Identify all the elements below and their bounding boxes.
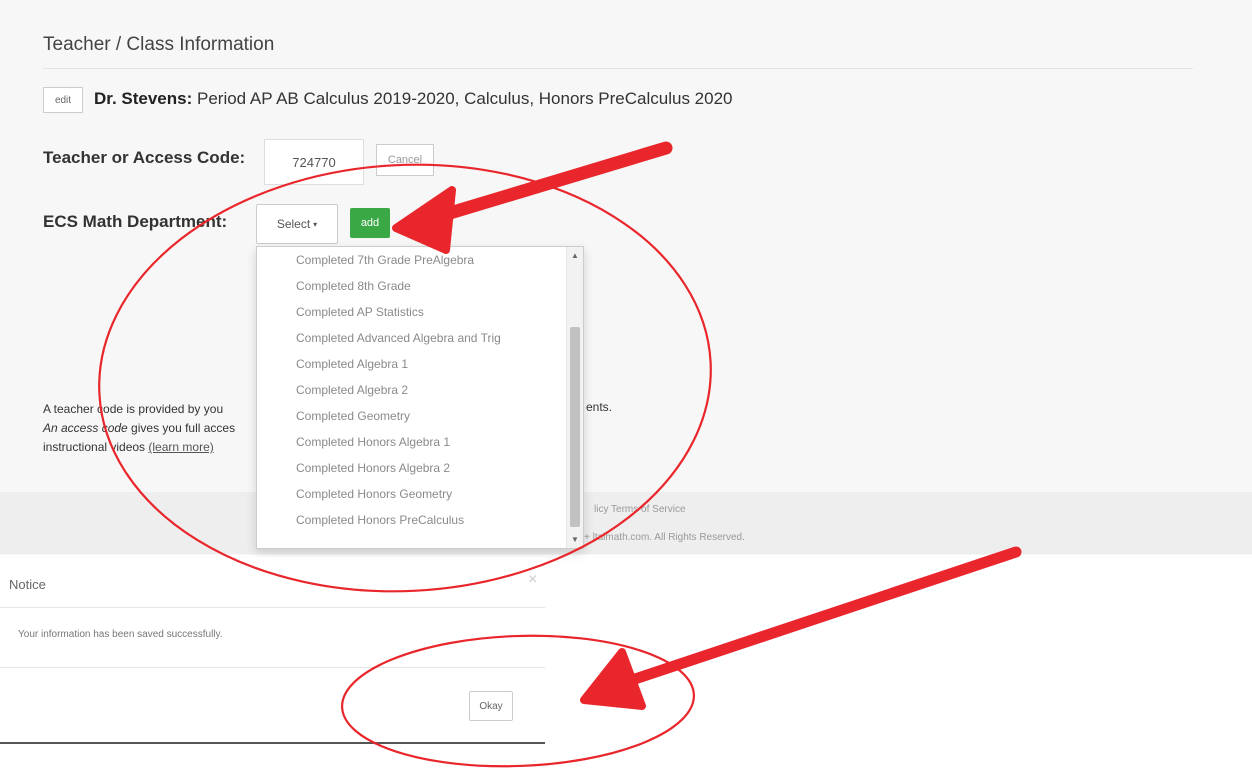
page-background [0,0,1252,555]
learn-more-link[interactable]: (learn more) [148,440,213,454]
dropdown-option[interactable]: Completed Algebra 2 [257,377,565,403]
department-dropdown: Completed 7th Grade PreAlgebra Completed… [256,246,584,549]
footer-copyright: + ltalmath.com. All Rights Reserved. [584,532,745,543]
close-icon[interactable]: × [528,571,537,589]
annotation-arrow-shaft-okay [626,546,1022,686]
notice-title: Notice [9,577,46,592]
dropdown-option[interactable]: Completed Honors Geometry [257,481,565,507]
section-title: Teacher / Class Information [43,34,275,55]
dropdown-option[interactable]: Completed 7th Grade PreAlgebra [257,247,565,273]
footer [0,492,1252,554]
caret-down-icon: ▾ [313,219,318,229]
notice-divider [0,607,545,608]
dropdown-option[interactable]: Completed AP Statistics [257,299,565,325]
add-button[interactable]: add [350,208,390,238]
help-text: A teacher code is provided by you An acc… [43,400,235,457]
help-line1-end: ents. [586,400,613,414]
annotation-arrowhead-okay-icon [580,648,646,710]
title-divider [43,68,1193,69]
okay-button[interactable]: Okay [469,691,513,721]
dropdown-option[interactable]: Completed Algebra 1 [257,351,565,377]
select-label: Select [276,217,311,231]
help-line1: A teacher code is provided by you [43,402,224,416]
access-code-label: Teacher or Access Code: [43,148,246,167]
notice-message: Your information has been saved successf… [18,629,223,640]
teacher-info: Dr. Stevens: Period AP AB Calculus 2019-… [94,89,733,109]
help-line2: gives you full acces [127,421,236,435]
notice-bottom-border [0,742,545,744]
notice-divider [0,667,545,668]
dropdown-option[interactable]: Completed Honors Algebra 1 [257,429,565,455]
dropdown-scrollbar[interactable]: ▲ ▼ [566,247,583,548]
dropdown-list: Completed 7th Grade PreAlgebra Completed… [257,247,565,533]
scroll-thumb[interactable] [570,327,580,527]
dropdown-option[interactable]: Completed Honors PreCalculus [257,507,565,533]
department-label: ECS Math Department: [43,212,228,231]
dropdown-option[interactable]: Completed Honors Algebra 2 [257,455,565,481]
cancel-button[interactable]: Cancel [376,144,434,176]
scroll-down-arrow-icon[interactable]: ▼ [567,535,583,544]
teacher-name: Dr. Stevens: [94,89,193,108]
scroll-up-arrow-icon[interactable]: ▲ [567,251,583,260]
access-code-term: An access code [43,421,128,435]
help-line3: instructional videos [43,440,149,454]
access-code-input[interactable]: 724770 [264,139,364,185]
footer-links[interactable]: licy Terms of Service [594,504,686,515]
notice-dialog: Notice × Your information has been saved… [0,557,545,744]
dropdown-option[interactable]: Completed 8th Grade [257,273,565,299]
teacher-classes: Period AP AB Calculus 2019-2020, Calculu… [192,89,733,108]
dropdown-option[interactable]: Completed Geometry [257,403,565,429]
dropdown-option[interactable]: Completed Advanced Algebra and Trig [257,325,565,351]
edit-teacher-button[interactable]: edit [43,87,83,113]
department-select[interactable]: Select ▾ [256,204,338,244]
